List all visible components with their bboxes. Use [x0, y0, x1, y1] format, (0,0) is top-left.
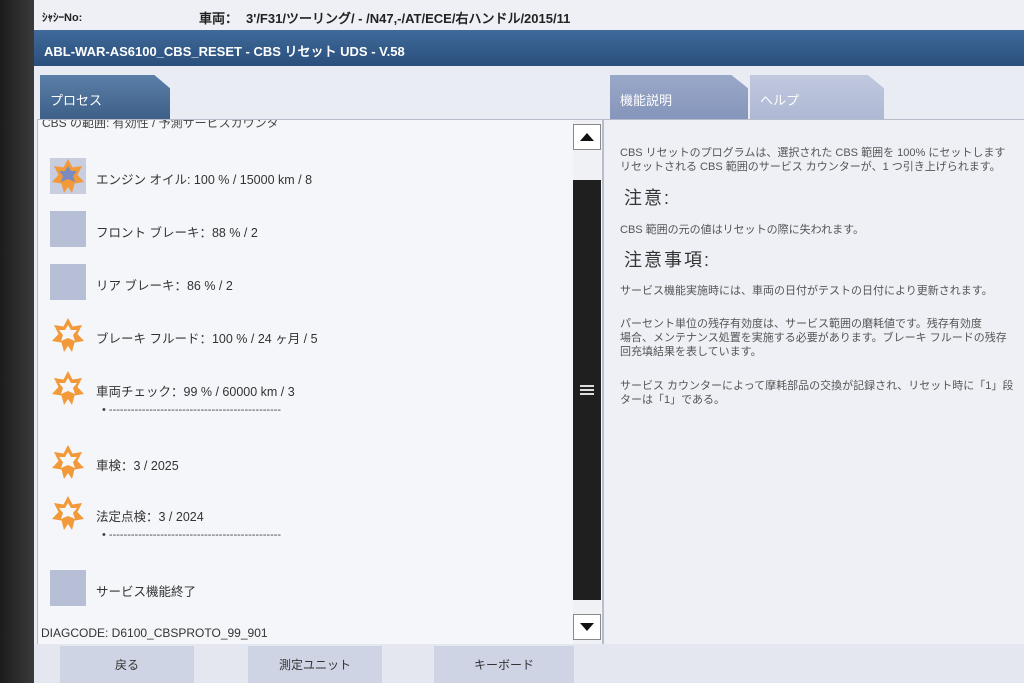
tab-function-description[interactable]: 機能説明	[610, 75, 748, 119]
tab-help-label: ヘルプ	[760, 93, 800, 108]
tab-function-description-label: 機能説明	[620, 93, 673, 108]
tab-help[interactable]: ヘルプ	[750, 75, 884, 119]
caution-text: CBS 範囲の元の値はリセットの際に失われます。	[620, 224, 865, 236]
star-icon	[52, 371, 84, 405]
keyboard-button-label: キーボード	[473, 658, 534, 672]
back-button[interactable]: 戻る	[60, 646, 194, 683]
vehicle-label: 車両：	[199, 11, 239, 26]
arrow-down-icon	[580, 623, 594, 631]
intro-line-2: リセットされる CBS 範囲のサービス カウンターが、1 つ引き上げられます。	[620, 161, 1001, 173]
cbs-item-label: リア ブレーキ：86 % / 2	[96, 279, 233, 293]
chassis-number-label: ｼｬｼｰNo:	[42, 12, 83, 24]
arrow-up-icon	[580, 133, 594, 141]
tab-process-label: プロセス	[50, 93, 103, 108]
cbs-item-subline: • --------------------------------------…	[102, 529, 282, 541]
keyboard-button[interactable]: キーボード	[434, 646, 574, 683]
cbs-item-label: エンジン オイル: 100 % / 15000 km / 8	[96, 173, 313, 187]
star-icon	[50, 158, 86, 194]
caution-heading: 注意:	[624, 188, 672, 208]
star-icon	[52, 496, 84, 530]
cbs-item-label: 車検：3 / 2025	[96, 459, 179, 473]
monitor-bezel	[0, 0, 34, 683]
cbs-item-label: フロント ブレーキ：88 % / 2	[96, 226, 258, 240]
vehicle-info-bar: ｼｬｼｰNo: 車両： 3'/F31/ツーリング/ - /N47,-/AT/EC…	[34, 0, 1024, 31]
diagcode: DIAGCODE: D6100_CBSPROTO_99_901	[41, 626, 268, 640]
partial-header: CBS の範囲: 有効性 / 予測サービスカウンタ	[42, 119, 279, 130]
back-button-label: 戻る	[114, 658, 139, 672]
cbs-item-label: 法定点検：3 / 2024	[96, 510, 204, 524]
measure-unit-button[interactable]: 測定ユニット	[248, 646, 382, 683]
note-2-line-1: パーセント単位の残存有効度は、サービス範囲の磨耗値です。残存有効度	[620, 318, 982, 330]
star-icon	[52, 318, 84, 352]
note-3-line-2: ターは「1」である。	[620, 394, 726, 406]
scroll-thumb[interactable]	[573, 180, 601, 600]
tab-process[interactable]: プロセス	[40, 75, 170, 119]
screen: ｼｬｼｰNo: 車両： 3'/F31/ツーリング/ - /N47,-/AT/EC…	[34, 0, 1024, 683]
vehicle-value: 3'/F31/ツーリング/ - /N47,-/AT/ECE/右ハンドル/2015…	[246, 11, 571, 26]
note-2-line-3: 回充填結果を表しています。	[620, 346, 762, 358]
grip-icon	[580, 385, 594, 397]
scroll-down-button[interactable]	[573, 614, 601, 640]
note-1: サービス機能実施時には、車両の日付がテストの日付により更新されます。	[620, 285, 993, 297]
intro-line-1: CBS リセットのプログラムは、選択された CBS 範囲を 100% にセットし…	[620, 147, 1006, 159]
square-icon	[50, 211, 86, 247]
function-description-panel: CBS リセットのプログラムは、選択された CBS 範囲を 100% にセットし…	[603, 119, 1024, 645]
note-3-line-1: サービス カウンターによって摩耗部品の交換が記録され、リセット時に「1」段	[620, 380, 1014, 392]
scrollbar[interactable]	[573, 120, 601, 644]
scroll-up-button[interactable]	[573, 124, 601, 150]
process-panel: CBS の範囲: 有効性 / 予測サービスカウンタ エンジン オイル: 100 …	[37, 119, 603, 645]
measure-unit-button-label: 測定ユニット	[278, 658, 351, 672]
star-icon	[52, 445, 84, 479]
job-title: ABL-WAR-AS6100_CBS_RESET - CBS リセット UDS …	[44, 44, 405, 59]
note-2-line-2: 場合、メンテナンス処置を実施する必要があります。ブレーキ フルードの残存	[620, 332, 1007, 344]
bottom-toolbar: 戻る 測定ユニット キーボード	[34, 644, 1024, 683]
cbs-item-label: サービス機能終了	[96, 585, 197, 599]
job-title-bar: ABL-WAR-AS6100_CBS_RESET - CBS リセット UDS …	[34, 30, 1024, 66]
square-icon	[50, 570, 86, 606]
cbs-item-subline: • --------------------------------------…	[102, 404, 282, 416]
square-icon	[50, 264, 86, 300]
cbs-item-label: 車両チェック：99 % / 60000 km / 3	[96, 385, 295, 399]
notes-heading: 注意事項:	[624, 250, 712, 270]
cbs-item-label: ブレーキ フルード：100 % / 24 ヶ月 / 5	[96, 332, 318, 346]
